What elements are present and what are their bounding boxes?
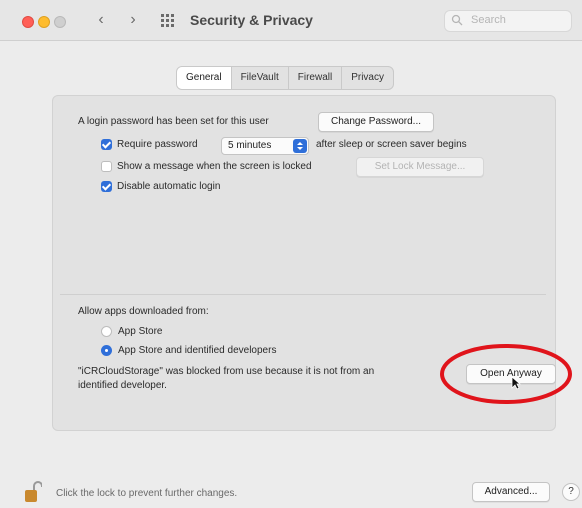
window-title: Security & Privacy <box>190 12 313 28</box>
forward-chevron-icon[interactable]: › <box>124 10 142 30</box>
tab-firewall[interactable]: Firewall <box>289 67 343 89</box>
require-password-checkbox[interactable] <box>101 139 112 150</box>
require-password-delay-select[interactable]: 5 minutes <box>221 137 309 155</box>
radio-app-store-identified-label: App Store and identified developers <box>118 345 277 356</box>
after-sleep-text: after sleep or screen saver begins <box>316 139 467 150</box>
back-chevron-icon[interactable]: ‹ <box>92 10 110 30</box>
search-placeholder: Search <box>471 14 506 26</box>
search-icon <box>451 14 463 26</box>
blocked-message-line1: "iCRCloudStorage" was blocked from use b… <box>78 366 375 377</box>
blocked-message-line2: identified developer. <box>78 380 167 391</box>
help-button[interactable]: ? <box>562 483 580 501</box>
tab-general[interactable]: General <box>177 67 232 89</box>
security-privacy-window: ‹ › Security & Privacy Search General Fi… <box>0 0 582 508</box>
set-lock-message-button[interactable]: Set Lock Message... <box>356 157 484 177</box>
search-field[interactable]: Search <box>444 10 572 32</box>
radio-app-store-label: App Store <box>118 326 163 337</box>
section-divider <box>60 294 546 295</box>
mouse-pointer-icon <box>511 376 521 390</box>
minimize-window-button[interactable] <box>38 16 50 28</box>
radio-app-store-identified[interactable] <box>101 345 112 356</box>
lock-text: Click the lock to prevent further change… <box>56 488 238 499</box>
select-arrows-icon <box>293 139 307 153</box>
zoom-window-button[interactable] <box>54 16 66 28</box>
login-password-text: A login password has been set for this u… <box>78 116 269 127</box>
close-window-button[interactable] <box>22 16 34 28</box>
allow-apps-heading: Allow apps downloaded from: <box>78 306 209 317</box>
disable-auto-login-checkbox[interactable] <box>101 181 112 192</box>
show-all-grid-icon[interactable] <box>160 12 176 28</box>
unlocked-padlock-icon[interactable] <box>24 481 42 503</box>
red-circle-annotation <box>440 344 572 404</box>
title-bar: ‹ › Security & Privacy Search <box>0 0 582 41</box>
tab-bar: General FileVault Firewall Privacy <box>176 66 394 90</box>
tab-privacy[interactable]: Privacy <box>342 67 393 89</box>
show-message-checkbox[interactable] <box>101 161 112 172</box>
tab-filevault[interactable]: FileVault <box>232 67 289 89</box>
disable-auto-login-label: Disable automatic login <box>117 181 221 192</box>
show-message-label: Show a message when the screen is locked <box>117 161 312 172</box>
delay-value: 5 minutes <box>228 140 272 151</box>
require-password-label: Require password <box>117 139 198 150</box>
advanced-button[interactable]: Advanced... <box>472 482 550 502</box>
change-password-button[interactable]: Change Password... <box>318 112 434 132</box>
radio-app-store[interactable] <box>101 326 112 337</box>
